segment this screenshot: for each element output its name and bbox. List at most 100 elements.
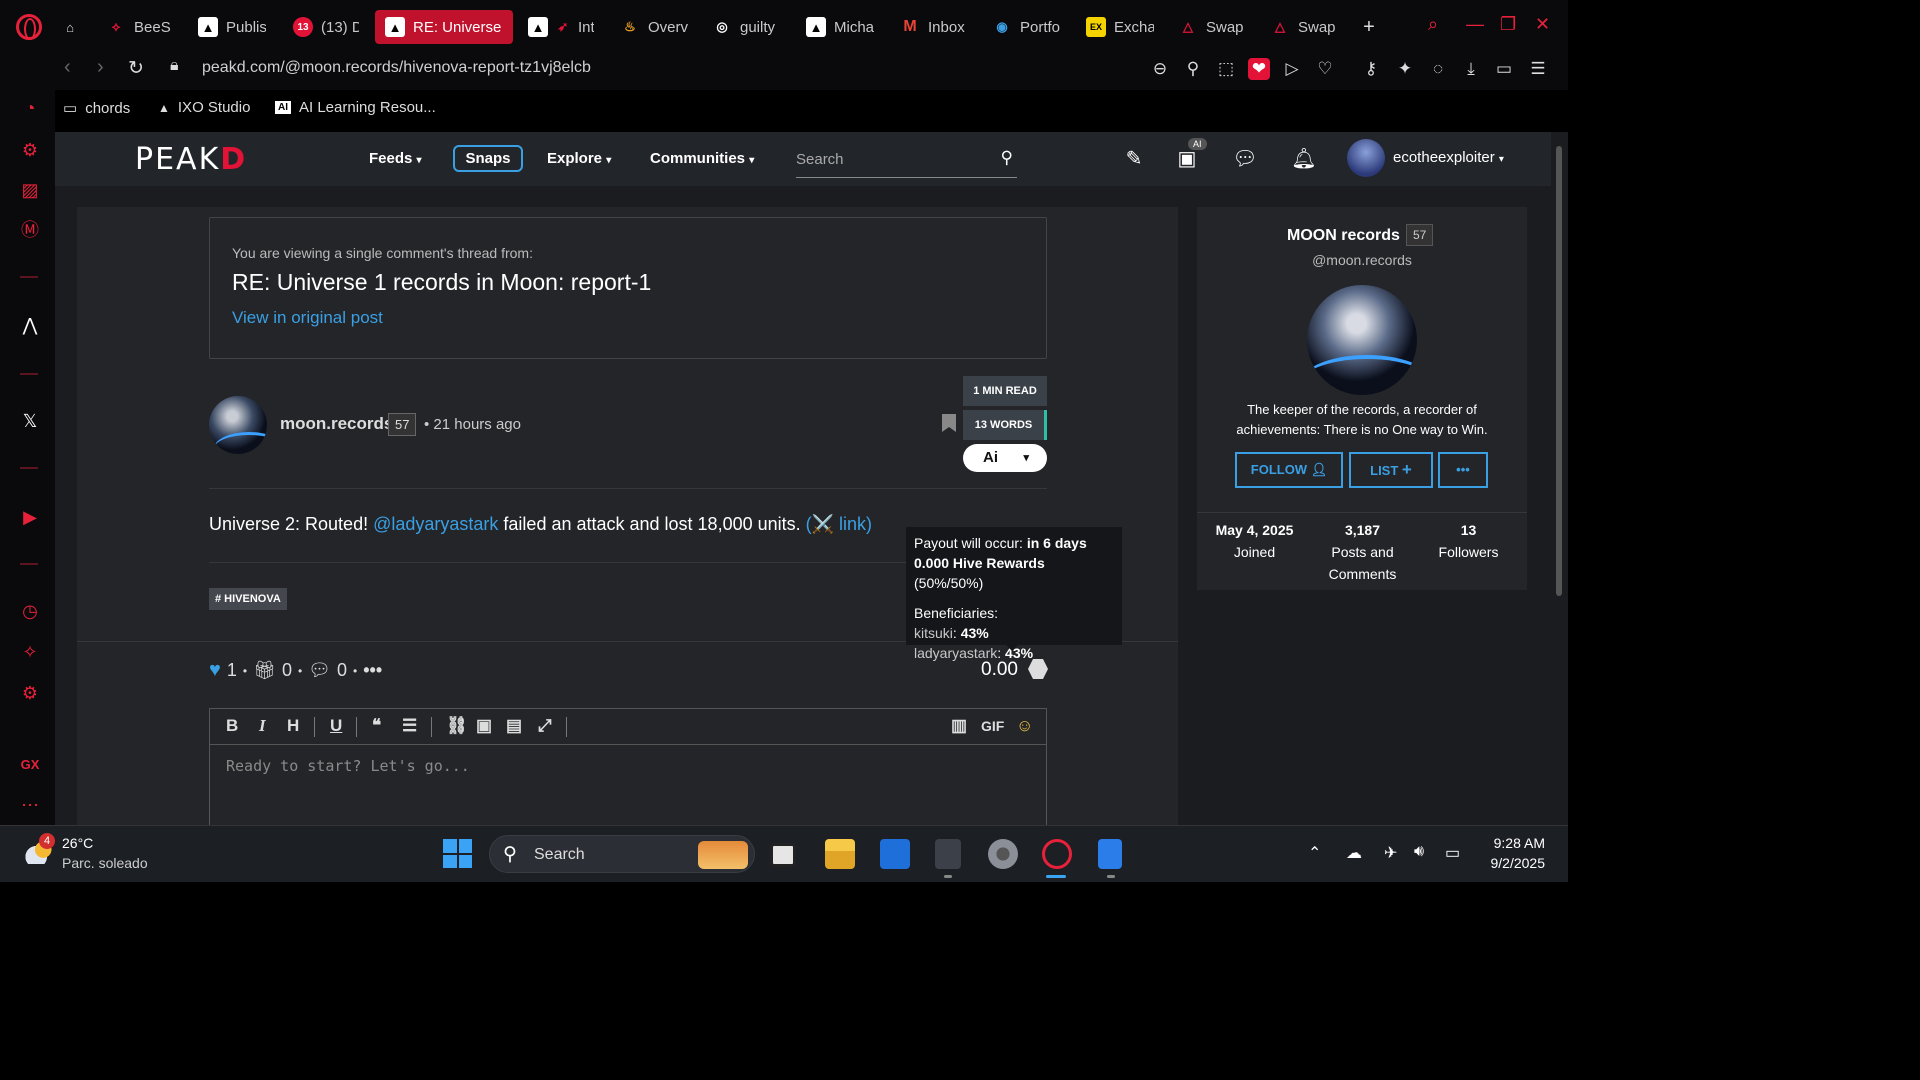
scrollbar-thumb[interactable] — [1556, 146, 1562, 596]
tab-2[interactable]: 13 (13) D — [283, 10, 369, 44]
task-view-icon[interactable] — [770, 843, 796, 867]
key-icon[interactable]: ⚷ — [1360, 58, 1382, 80]
opera-menu-icon[interactable] — [16, 14, 42, 40]
battery-saver-icon[interactable]: ▭ — [1493, 58, 1515, 80]
clock-date[interactable]: 9/2/2025 — [1472, 855, 1546, 871]
messenger-icon[interactable]: Ⓜ — [17, 217, 43, 243]
stat-posts[interactable]: 3,187 Posts and Comments — [1315, 519, 1410, 585]
docs-app-icon[interactable] — [1098, 839, 1122, 869]
airplane-icon[interactable]: ✈ — [1384, 843, 1397, 863]
reload-icon[interactable]: ↻ — [128, 57, 144, 80]
assistant-icon[interactable]: ⚙ — [17, 137, 43, 163]
view-original-post-link[interactable]: View in original post — [232, 308, 383, 328]
x-twitter-icon[interactable]: 𝕏 — [17, 408, 43, 434]
tab-5[interactable]: ♨ Overv — [610, 10, 698, 44]
gif-button[interactable]: GIF — [981, 718, 1004, 734]
vote-count[interactable]: 1 — [227, 660, 237, 681]
player-icon[interactable]: ▶ — [17, 504, 43, 530]
list-button[interactable]: LIST + — [1349, 452, 1433, 488]
download-icon[interactable]: ⤓ — [1460, 58, 1482, 80]
chevron-up-icon[interactable]: ⌃ — [1308, 843, 1321, 863]
profile-icon[interactable]: ◌ — [1427, 58, 1449, 80]
tab-1[interactable]: ▲ Publis — [188, 10, 276, 44]
quote-icon[interactable]: ❝ — [372, 716, 381, 736]
tab-6[interactable]: ◎ guilty — [702, 10, 790, 44]
tab-3-active[interactable]: ▲ RE: Universe — [375, 10, 513, 44]
link-icon[interactable]: ⛓ — [446, 716, 468, 736]
nav-communities[interactable]: Communities ▾ — [650, 150, 754, 167]
search-input[interactable] — [796, 144, 986, 174]
speed-dial-icon[interactable]: ◔ — [17, 95, 43, 121]
taskbar-search[interactable]: ⚲ Search — [489, 835, 755, 873]
tab-0[interactable]: ⟡ BeeS — [96, 10, 182, 44]
weather-temperature[interactable]: 26°C — [62, 835, 93, 851]
tab-12[interactable]: △ Swap — [1260, 10, 1348, 44]
forward-icon[interactable]: › — [97, 56, 104, 79]
author-name[interactable]: moon.records — [280, 414, 393, 434]
body-link[interactable]: (⚔️ link) — [806, 514, 872, 534]
image-icon[interactable]: ▣ — [476, 716, 492, 736]
restore-icon[interactable]: ❐ — [1500, 14, 1516, 35]
file-explorer-icon[interactable] — [825, 839, 855, 869]
heading-icon[interactable]: H — [287, 716, 299, 736]
video-icon[interactable]: ▤ — [506, 716, 522, 736]
peakd-sidebar-icon[interactable]: ⋀ — [17, 312, 43, 338]
weather-description[interactable]: Parc. soleado — [62, 855, 148, 871]
bell-icon[interactable]: 🔔︎ — [1291, 146, 1317, 172]
bookmark-ai-learning[interactable]: AI AI Learning Resou... — [275, 99, 436, 116]
ai-dropdown[interactable]: Ai ▾ — [963, 444, 1047, 472]
crypto-wallet-icon[interactable]: ▨ — [17, 177, 43, 203]
minimize-icon[interactable]: — — [1466, 14, 1484, 35]
user-avatar[interactable] — [1347, 139, 1385, 177]
templates-icon[interactable]: ▥ — [951, 716, 967, 736]
extensions-sidebar-icon[interactable]: ✧ — [17, 639, 43, 665]
more-options-icon[interactable]: ••• — [363, 660, 382, 681]
fullscreen-icon[interactable]: ⤢ — [538, 716, 552, 736]
gx-icon[interactable]: GX — [17, 752, 43, 778]
pocket-icon[interactable]: ❤ — [1248, 58, 1270, 80]
emoji-icon[interactable]: ☺ — [1016, 716, 1033, 736]
italic-icon[interactable]: I — [259, 716, 266, 736]
peakd-logo[interactable]: PEAKD — [135, 142, 247, 177]
battery-icon[interactable]: ▭ — [1445, 843, 1460, 863]
snapshot-icon[interactable]: ⬚ — [1215, 58, 1237, 80]
nav-snaps[interactable]: Snaps — [453, 145, 523, 172]
list-icon[interactable]: ☰ — [402, 716, 417, 736]
profile-avatar[interactable] — [1307, 285, 1417, 395]
chat-icon[interactable]: 💬︎ — [1232, 146, 1258, 172]
close-icon[interactable]: ✕ — [1535, 14, 1550, 35]
heart-icon[interactable]: ♡ — [1314, 58, 1336, 80]
store-icon[interactable] — [880, 839, 910, 869]
more-icon[interactable]: ⋯ — [17, 792, 43, 818]
stat-followers[interactable]: 13 Followers — [1421, 519, 1516, 563]
search-icon[interactable]: ⚲ — [1001, 148, 1013, 168]
tab-8[interactable]: M Inbox — [890, 10, 978, 44]
tab-10[interactable]: EX Excha — [1076, 10, 1164, 44]
clock-time[interactable]: 9:28 AM — [1482, 835, 1545, 851]
volume-icon[interactable]: 🔊︎ — [1414, 843, 1424, 861]
bookmark-ixo-studio[interactable]: ▲ IXO Studio — [158, 99, 250, 116]
underline-icon[interactable]: U — [330, 716, 342, 736]
settings-app-icon[interactable] — [988, 839, 1018, 869]
calculator-icon[interactable] — [935, 839, 961, 869]
tab-search-icon[interactable]: ⌕ — [1428, 14, 1438, 35]
bold-icon[interactable]: B — [226, 716, 238, 736]
history-icon[interactable]: ◷ — [17, 598, 43, 624]
comment-icon[interactable]: 💬︎ — [308, 660, 331, 681]
author-avatar[interactable] — [209, 396, 267, 454]
tab-7[interactable]: ▲ Micha — [796, 10, 884, 44]
nav-explore[interactable]: Explore ▾ — [547, 150, 611, 167]
menu-icon[interactable]: ☰ — [1527, 58, 1549, 80]
zoom-out-icon[interactable]: ⊖ — [1149, 58, 1171, 80]
tab-9[interactable]: ◉ Portfo — [982, 10, 1070, 44]
profile-name[interactable]: MOON records — [1287, 227, 1400, 245]
back-icon[interactable]: ‹ — [64, 56, 71, 79]
tag-hivenova[interactable]: # HIVENOVA — [209, 588, 287, 610]
extensions-icon[interactable]: ✦ — [1394, 58, 1416, 80]
nav-feeds[interactable]: Feeds ▾ — [369, 150, 422, 167]
bookmark-chords[interactable]: ▭ chords — [63, 99, 130, 118]
tab-4[interactable]: ▲ ➶ Int — [518, 10, 604, 44]
url-field[interactable]: peakd.com/@moon.records/hivenova-report-… — [202, 59, 591, 77]
pin-icon[interactable]: ⚲ — [1182, 58, 1204, 80]
user-menu[interactable]: ecotheexploiter ▾ — [1393, 149, 1504, 166]
